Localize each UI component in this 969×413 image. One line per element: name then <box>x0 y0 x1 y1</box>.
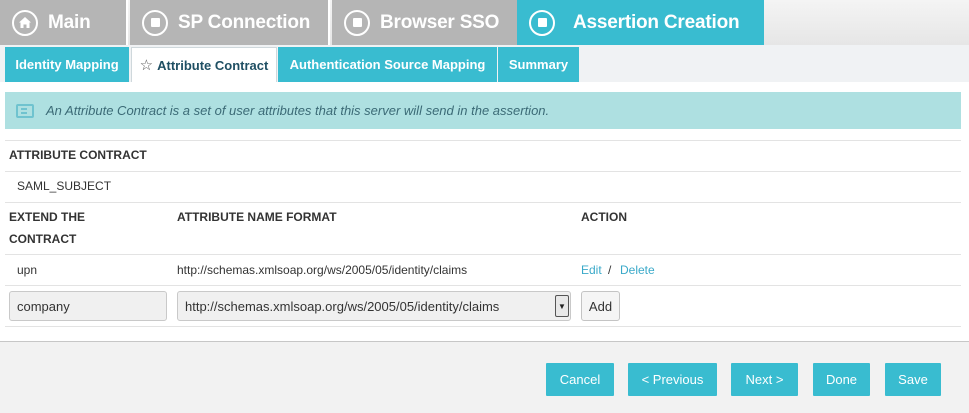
info-icon <box>16 103 34 118</box>
done-button[interactable]: Done <box>813 363 870 396</box>
saml-subject-value: SAML_SUBJECT <box>17 179 112 193</box>
circle-square-icon <box>529 9 555 36</box>
tab-identity-mapping-label: Identity Mapping <box>15 57 119 72</box>
cancel-button[interactable]: Cancel <box>546 363 614 396</box>
column-header-action: ACTION <box>581 210 627 224</box>
add-button[interactable]: Add <box>581 291 620 321</box>
attribute-name-format-value: http://schemas.xmlsoap.org/ws/2005/05/id… <box>185 298 500 314</box>
home-icon <box>12 9 38 36</box>
tab-assertion-creation-label: Assertion Creation <box>573 11 740 33</box>
action-separator: / <box>608 263 612 277</box>
column-header-extend: EXTEND THE CONTRACT <box>9 210 86 246</box>
column-header-format: ATTRIBUTE NAME FORMAT <box>177 210 337 224</box>
divider <box>5 140 961 141</box>
tab-summary-label: Summary <box>508 57 569 72</box>
star-icon: ☆ <box>139 57 154 74</box>
divider <box>5 171 961 172</box>
tab-browser-sso[interactable]: Browser SSO <box>332 0 517 45</box>
top-tab-bar: Main SP Connection Browser SSO Assertion… <box>0 0 969 45</box>
tab-authentication-source-mapping-label: Authentication Source Mapping <box>289 57 486 72</box>
tab-main-label: Main <box>48 11 91 33</box>
tab-attribute-contract-label: Attribute Contract <box>157 57 269 73</box>
chevron-down-icon[interactable]: ▼ <box>555 295 569 317</box>
previous-button[interactable]: < Previous <box>628 363 717 396</box>
info-text: An Attribute Contract is a set of user a… <box>46 103 550 118</box>
tab-attribute-contract[interactable]: ☆ Attribute Contract <box>131 47 277 82</box>
divider <box>5 285 961 286</box>
tab-main[interactable]: Main <box>0 0 128 45</box>
tab-summary[interactable]: Summary <box>498 47 579 82</box>
divider <box>5 326 961 327</box>
tab-sp-connection-label: SP Connection <box>178 11 311 33</box>
attribute-contract-heading: ATTRIBUTE CONTRACT <box>9 148 147 162</box>
circle-square-icon <box>142 9 168 36</box>
tab-browser-sso-label: Browser SSO <box>380 11 500 33</box>
divider <box>5 254 961 255</box>
tab-sp-connection[interactable]: SP Connection <box>130 0 330 45</box>
info-banner: An Attribute Contract is a set of user a… <box>5 92 961 129</box>
edit-link[interactable]: Edit <box>581 263 602 277</box>
new-attribute-name-input[interactable]: company <box>9 291 167 321</box>
next-button[interactable]: Next > <box>731 363 798 396</box>
tab-authentication-source-mapping[interactable]: Authentication Source Mapping <box>278 47 497 82</box>
attribute-name-format-select[interactable]: http://schemas.xmlsoap.org/ws/2005/05/id… <box>177 291 571 321</box>
delete-link[interactable]: Delete <box>620 263 655 277</box>
new-attribute-name-value: company <box>17 298 70 314</box>
attribute-name: upn <box>17 263 38 277</box>
circle-square-icon <box>344 9 370 36</box>
tab-identity-mapping[interactable]: Identity Mapping <box>5 47 129 82</box>
attribute-format: http://schemas.xmlsoap.org/ws/2005/05/id… <box>177 263 468 277</box>
sub-tab-bar: Identity Mapping ☆ Attribute Contract Au… <box>0 45 969 82</box>
tab-assertion-creation[interactable]: Assertion Creation <box>517 0 764 45</box>
divider <box>5 202 961 203</box>
save-button[interactable]: Save <box>885 363 941 396</box>
